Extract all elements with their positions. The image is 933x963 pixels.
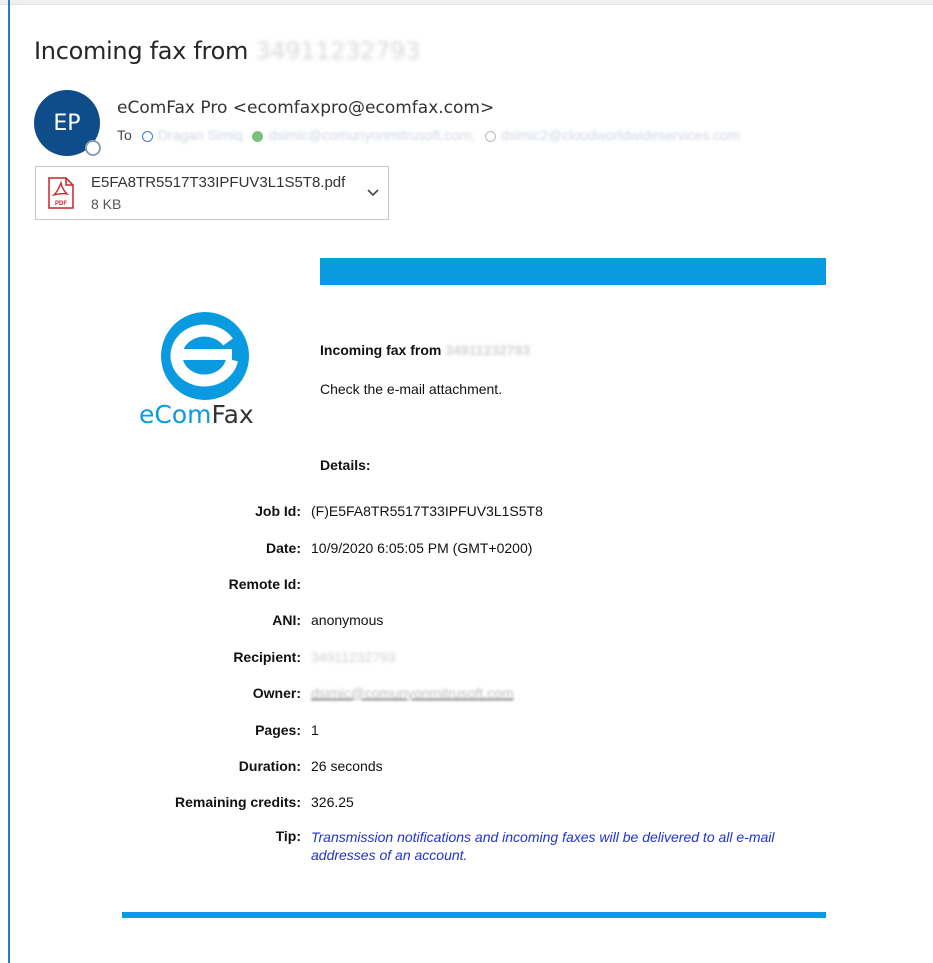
subject-number-redacted: 34911232793 [255, 37, 421, 65]
detail-label-owner: Owner: [252, 685, 301, 701]
detail-value-ani: anonymous [311, 612, 384, 628]
pdf-icon: PDF [48, 177, 74, 209]
detail-value-recipient-redacted: 34911232793 [311, 649, 396, 665]
owner-email-link[interactable]: dsimic@comunyonmitrusoft.com [311, 685, 514, 701]
fax-instruction: Check the e-mail attachment. [320, 381, 503, 397]
detail-label-date: Date: [265, 540, 301, 556]
detail-label-remote-id: Remote Id: [228, 576, 301, 592]
fax-footer-bar [122, 912, 826, 918]
avatar-initials: EP [53, 110, 81, 136]
fax-header-bar [320, 258, 826, 285]
logo-text-fax: Fax [211, 400, 254, 429]
presence-status-icon [85, 140, 101, 156]
ecomfax-logo-text: eComFax [139, 400, 254, 429]
details-title: Details: [320, 457, 371, 473]
detail-value-duration: 26 seconds [311, 758, 383, 774]
chevron-down-icon[interactable] [366, 185, 380, 199]
fax-heading-prefix: Incoming fax from [320, 342, 442, 358]
email-subject: Incoming fax from 34911232793 [34, 37, 420, 65]
recipient-name[interactable]: dsimic@comunyonmitrusoft.com; [268, 127, 474, 143]
window-top-border [0, 0, 933, 5]
recipient-status-icon [484, 130, 496, 142]
tip-text: Transmission notifications and incoming … [311, 829, 775, 863]
detail-label-pages: Pages: [255, 722, 301, 738]
reading-pane-left-rule [8, 0, 10, 963]
logo-text-ecom: eCom [139, 400, 212, 429]
attachment-size: 8 KB [91, 196, 122, 212]
fax-heading: Incoming fax from 34911232793 [320, 342, 530, 358]
recipient-status-icon [252, 130, 264, 142]
detail-label-remaining-credits: Remaining credits: [174, 794, 301, 810]
detail-label-recipient: Recipient: [233, 649, 301, 665]
pdf-badge: PDF [55, 201, 67, 207]
detail-label-job-id: Job Id: [255, 503, 301, 519]
detail-value-date: 10/9/2020 6:05:05 PM (GMT+0200) [311, 540, 533, 556]
detail-value-remaining-credits: 326.25 [311, 794, 354, 810]
subject-prefix: Incoming fax from [34, 37, 249, 65]
fax-heading-number-redacted: 34911232793 [445, 342, 531, 358]
attachment-filename: E5FA8TR5517T33IPFUV3L1S5T8.pdf [91, 174, 346, 191]
detail-label-ani: ANI: [272, 612, 301, 628]
to-label: To [117, 127, 132, 143]
detail-label-duration: Duration: [238, 758, 301, 774]
recipient-status-icon [141, 130, 153, 142]
recipient-name[interactable]: Dragan Simiq [158, 127, 243, 143]
recipients-line: To Dragan Simiq dsimic@comunyonmitrusoft… [117, 127, 740, 143]
detail-value-job-id: (F)E5FA8TR5517T33IPFUV3L1S5T8 [311, 503, 543, 519]
sender-address[interactable]: eComFax Pro <ecomfaxpro@ecomfax.com> [117, 98, 494, 118]
recipient-name[interactable]: dsimic2@cloudworldwideservices.com [501, 127, 740, 143]
detail-label-tip: Tip: [275, 828, 301, 844]
detail-value-pages: 1 [311, 722, 319, 738]
attachment-card[interactable]: PDF E5FA8TR5517T33IPFUV3L1S5T8.pdf 8 KB [35, 166, 389, 220]
